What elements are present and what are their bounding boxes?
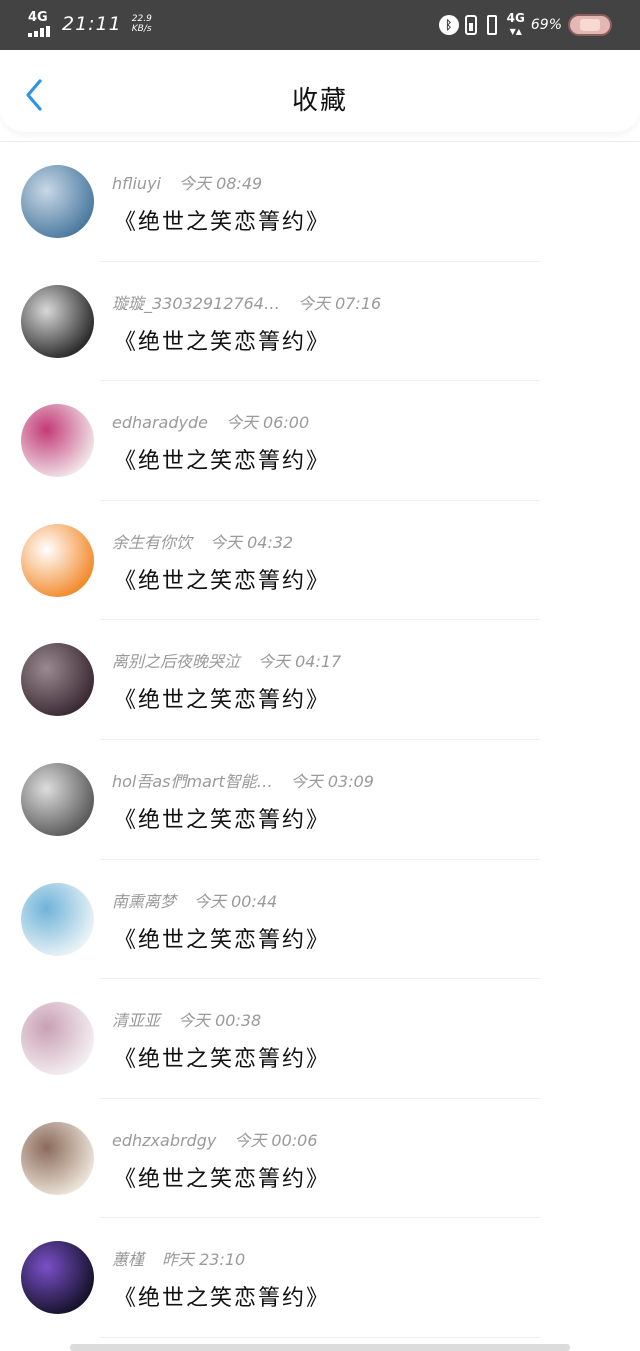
speed-unit: KB/s	[131, 24, 152, 34]
speed-value: 22.9	[131, 14, 152, 24]
favorite-content[interactable]: 《绝世之笑恋箐约》	[114, 324, 330, 356]
favorite-meta: 璇璇_33032912764… 今天 07:16	[112, 290, 381, 314]
favorite-meta: hfliuyi 今天 08:49	[112, 170, 262, 194]
avatar[interactable]	[21, 762, 94, 836]
status-right: ᛒ 4G ▼▲ 69%	[438, 11, 612, 38]
favorite-content[interactable]: 《绝世之笑恋箐约》	[114, 682, 330, 714]
battery-percent: 69%	[530, 17, 562, 33]
favorite-meta: 南熏离梦 今天 00:44	[112, 888, 277, 912]
phone-battery-icon	[464, 15, 477, 35]
avatar[interactable]	[21, 404, 94, 478]
favorite-item[interactable]: 余生有你饮 今天 04:32 《绝世之笑恋箐约》	[0, 501, 640, 621]
status-bar: 4G 21:11 22.9 KB/s ᛒ 4G ▼▲ 69%	[0, 0, 640, 50]
favorite-content[interactable]: 《绝世之笑恋箐约》	[114, 1280, 330, 1312]
timestamp: 今天 00:44	[194, 891, 278, 911]
avatar[interactable]	[21, 165, 94, 238]
clock: 21:11	[62, 13, 122, 35]
favorite-content[interactable]: 《绝世之笑恋箐约》	[114, 563, 330, 595]
username[interactable]: edhzxabrdgy	[112, 1131, 216, 1150]
favorite-item[interactable]: 蕙槿 昨天 23:10 《绝世之笑恋箐约》	[0, 1218, 640, 1338]
favorite-item[interactable]: hfliuyi 今天 08:49 《绝世之笑恋箐约》	[0, 142, 640, 262]
favorite-item[interactable]: hol吾as們mart智能… 今天 03:09 《绝世之笑恋箐约》	[0, 740, 640, 860]
username[interactable]: 离别之后夜晚哭泣	[112, 652, 240, 671]
favorite-item[interactable]: 清亚亚 今天 00:38 《绝世之笑恋箐约》	[0, 979, 640, 1099]
page-title: 收藏	[291, 86, 348, 116]
timestamp: 今天 00:06	[234, 1130, 318, 1150]
avatar[interactable]	[21, 523, 94, 597]
username[interactable]: hfliuyi	[112, 174, 161, 193]
battery-icon	[568, 14, 612, 36]
favorite-meta: 蕙槿 昨天 23:10	[112, 1246, 245, 1270]
avatar[interactable]	[21, 643, 94, 717]
avatar[interactable]	[21, 1002, 94, 1076]
favorite-content[interactable]: 《绝世之笑恋箐约》	[114, 1041, 330, 1073]
favorite-content[interactable]: 《绝世之笑恋箐约》	[114, 443, 330, 475]
timestamp: 今天 08:49	[178, 174, 263, 193]
nav-header: 收藏	[0, 50, 640, 132]
username[interactable]: 蕙槿	[112, 1250, 144, 1269]
timestamp: 今天 03:09	[290, 771, 374, 791]
favorite-content[interactable]: 《绝世之笑恋箐约》	[114, 922, 330, 954]
avatar[interactable]	[21, 882, 94, 956]
network-4g-indicator: 4G ▼▲	[506, 11, 525, 36]
username[interactable]: edharadyde	[112, 413, 208, 432]
timestamp: 今天 04:17	[258, 652, 342, 672]
avatar[interactable]	[21, 284, 94, 358]
bluetooth-icon: ᛒ	[438, 15, 459, 35]
item-divider	[100, 1336, 540, 1338]
favorite-item[interactable]: 南熏离梦 今天 00:44 《绝世之笑恋箐约》	[0, 860, 640, 980]
favorite-meta: 离别之后夜晚哭泣 今天 04:17	[112, 648, 341, 672]
favorite-meta: edhzxabrdgy 今天 00:06	[112, 1127, 318, 1151]
avatar[interactable]	[21, 1121, 94, 1195]
favorite-meta: 清亚亚 今天 00:38	[112, 1007, 261, 1031]
favorite-item[interactable]: edharadyde 今天 06:00 《绝世之笑恋箐约》	[0, 381, 640, 501]
username[interactable]: 清亚亚	[112, 1011, 160, 1030]
favorite-item[interactable]: 璇璇_33032912764… 今天 07:16 《绝世之笑恋箐约》	[0, 262, 640, 382]
username[interactable]: 南熏离梦	[112, 892, 176, 911]
scroll-indicator	[70, 1344, 570, 1351]
favorite-content[interactable]: 《绝世之笑恋箐约》	[114, 1161, 330, 1193]
favorite-content[interactable]: 《绝世之笑恋箐约》	[114, 802, 330, 834]
cellular-signal-icon: 4G	[28, 11, 56, 37]
timestamp: 今天 06:00	[225, 413, 310, 433]
timestamp: 今天 00:38	[178, 1011, 262, 1031]
username[interactable]: 余生有你饮	[112, 533, 192, 552]
timestamp: 今天 07:16	[297, 293, 382, 313]
network-label: 4G	[28, 10, 48, 25]
favorite-meta: 余生有你饮 今天 04:32	[112, 529, 293, 553]
status-left: 4G 21:11 22.9 KB/s	[28, 11, 152, 37]
timestamp: 昨天 23:10	[162, 1250, 246, 1270]
username[interactable]: 璇璇_33032912764…	[112, 294, 280, 313]
network-speed: 22.9 KB/s	[132, 14, 152, 34]
favorite-meta: hol吾as們mart智能… 今天 03:09	[112, 768, 374, 792]
favorite-item[interactable]: 离别之后夜晚哭泣 今天 04:17 《绝世之笑恋箐约》	[0, 620, 640, 740]
timestamp: 今天 04:32	[210, 532, 294, 552]
favorites-list: hfliuyi 今天 08:49 《绝世之笑恋箐约》 璇璇_33032912764… 今…	[0, 142, 640, 1338]
username[interactable]: hol吾as們mart智能…	[112, 772, 273, 791]
favorite-item[interactable]: edhzxabrdgy 今天 00:06 《绝世之笑恋箐约》	[0, 1099, 640, 1219]
vibrate-icon	[483, 15, 501, 35]
favorite-content[interactable]: 《绝世之笑恋箐约》	[114, 204, 330, 236]
favorite-meta: edharadyde 今天 06:00	[112, 409, 309, 433]
avatar[interactable]	[21, 1241, 94, 1315]
